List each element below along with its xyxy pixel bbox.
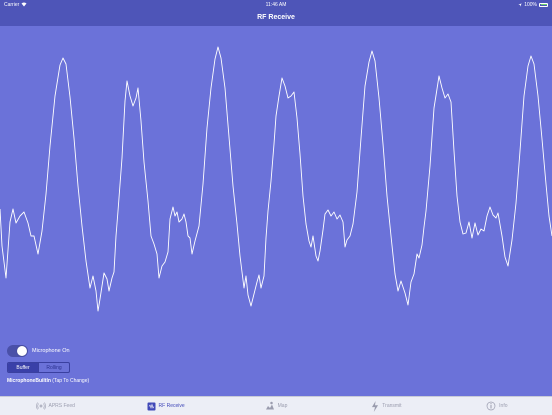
tab-rf-receive[interactable]: RF Receive — [110, 397, 220, 415]
nav-title: RF Receive — [257, 14, 295, 21]
tab-map[interactable]: Map — [221, 397, 331, 415]
info-icon — [486, 401, 496, 411]
status-bar: Carrier 11:46 AM 100% — [0, 0, 552, 9]
nav-bar: RF Receive — [0, 9, 552, 26]
tab-label: Transmit — [382, 403, 402, 409]
status-right: 100% — [518, 2, 548, 8]
audio-input-selector[interactable]: MicrophoneBuiltIn (Tap To Change) — [7, 378, 89, 384]
microphone-row: Microphone On — [7, 345, 70, 357]
segment-rolling[interactable]: Rolling — [38, 363, 69, 372]
tab-bar: APRS Feed RF Receive Map Transmit Info — [0, 396, 552, 415]
battery-icon — [539, 2, 548, 7]
tab-label: RF Receive — [158, 403, 185, 409]
location-arrow-icon — [518, 2, 522, 7]
tab-transmit[interactable]: Transmit — [331, 397, 441, 415]
battery-percent: 100% — [524, 1, 537, 8]
waveform-display — [0, 46, 552, 312]
microphone-toggle[interactable] — [7, 345, 28, 357]
input-hint: (Tap To Change) — [50, 378, 90, 384]
lightning-icon — [372, 400, 379, 412]
tab-label: Info — [499, 403, 508, 409]
square-icon — [147, 402, 156, 410]
tab-aprs-feed[interactable]: APRS Feed — [0, 397, 110, 415]
microphone-label: Microphone On — [32, 348, 70, 354]
segment-buffer[interactable]: Buffer — [8, 363, 38, 372]
tab-info[interactable]: Info — [442, 397, 552, 415]
map-icon — [265, 401, 274, 410]
status-time: 11:46 AM — [265, 1, 287, 8]
input-name: MicrophoneBuiltIn — [7, 378, 51, 384]
tab-label: Map — [277, 403, 288, 409]
mode-segmented-control: Buffer Rolling — [7, 362, 70, 373]
waveform-line — [0, 46, 552, 312]
tab-label: APRS Feed — [48, 403, 75, 409]
antenna-icon — [35, 402, 46, 410]
toggle-knob — [17, 346, 27, 356]
